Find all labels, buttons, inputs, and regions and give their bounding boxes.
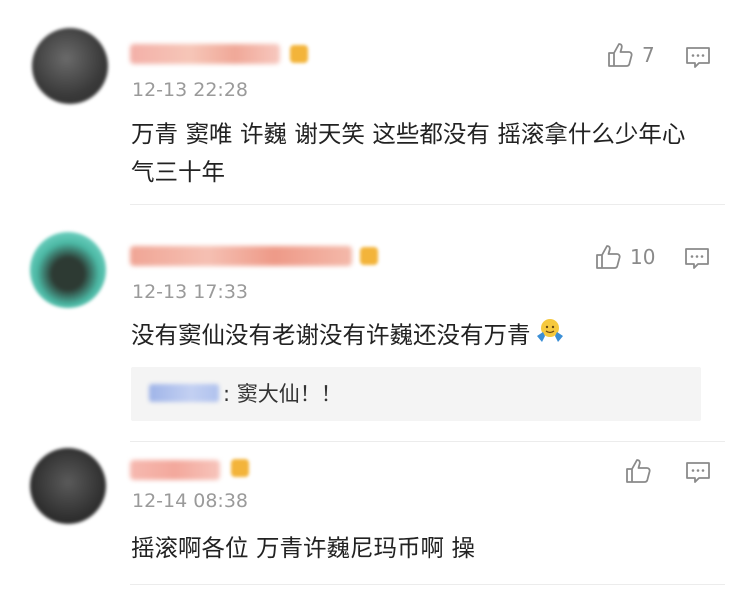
comment-timestamp: 12-13 17:33 (132, 281, 249, 303)
divider (130, 441, 725, 442)
like-count: 10 (630, 245, 656, 269)
avatar[interactable] (30, 232, 106, 308)
reply-button[interactable] (684, 246, 710, 274)
divider (130, 584, 725, 585)
comment-item: 12-14 08:38 摇滚啊各位 万青许巍尼玛币啊 操 (0, 0, 737, 585)
reply-text: : 窦大仙！！ (223, 382, 342, 406)
thumbs-up-icon (596, 245, 621, 269)
comment-icon (686, 462, 710, 483)
reply-quote[interactable]: : 窦大仙！！ (131, 367, 701, 421)
comment-icon (685, 248, 709, 269)
like-button[interactable]: 10 (594, 244, 655, 270)
comment-text-content: 没有窦仙没有老谢没有许巍还没有万青 (131, 321, 531, 349)
reply-username-blurred[interactable] (149, 384, 219, 402)
member-badge-icon (231, 459, 249, 477)
username-blurred[interactable] (130, 246, 352, 266)
member-badge-icon (360, 247, 378, 265)
comment-text: 没有窦仙没有老谢没有许巍还没有万青 (131, 316, 701, 356)
comment-timestamp: 12-14 08:38 (132, 490, 249, 512)
shrug-emoji-icon (535, 317, 565, 356)
thumbs-up-icon (626, 459, 651, 483)
reply-button[interactable] (685, 460, 711, 488)
like-button[interactable] (624, 458, 660, 484)
comment-text: 摇滚啊各位 万青许巍尼玛币啊 操 (131, 534, 475, 562)
username-blurred[interactable] (130, 460, 220, 480)
avatar[interactable] (30, 448, 106, 524)
